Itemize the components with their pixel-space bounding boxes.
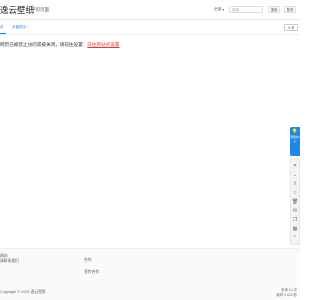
notice-text: 网页已被禁止访问或被关闭，请前往设置：	[0, 42, 88, 47]
write-button[interactable]: ✎ 写	[284, 24, 298, 31]
page-stats: 查询 14 次 耗时 0.023 秒	[276, 288, 297, 297]
top-navbar: 逸云壁纸 字的页面 全部 ▾ 搜索 搜索 登录	[0, 0, 300, 20]
active-tab-indicator	[0, 33, 6, 34]
site-logo[interactable]: 逸云壁纸	[0, 4, 34, 16]
write-button-label: 写	[290, 26, 295, 30]
footer-coop-link[interactable]: 宣传合作	[84, 266, 99, 278]
footer-column-coop: 合作 宣传合作	[84, 254, 99, 278]
copy-icon[interactable]: ❐	[291, 216, 299, 224]
chevron-down-icon: ▾	[222, 7, 224, 12]
tab-page-notice-label: 页面提示	[12, 25, 27, 29]
login-button[interactable]: 登录	[284, 6, 296, 13]
nav-page-title[interactable]: 字的页面	[31, 7, 49, 13]
render-time: 耗时 0.023 秒	[276, 292, 297, 297]
grid-icon[interactable]: ▦	[291, 225, 299, 233]
tab-home[interactable]: 页	[0, 25, 4, 30]
tab-page-notice[interactable]: 页面提示 ›	[12, 25, 29, 30]
footer-column-site: 网站 请联系我们	[0, 254, 19, 264]
footer-contact-link[interactable]: 请联系我们	[0, 259, 19, 264]
side-toolbar: ✕ ⌄ ⇪ ☆ 🗑 ✉ ❐ ▦ ⌃	[290, 158, 300, 245]
search-scope-select[interactable]: 全部 ▾	[214, 7, 228, 13]
tab-bar: 页 页面提示 › ✎ 写	[0, 21, 300, 35]
help-label: 帮助中心	[290, 135, 300, 143]
help-float-button[interactable]: 💡 帮助中心	[290, 127, 300, 156]
search-input[interactable]: 搜索	[229, 6, 263, 13]
close-icon[interactable]: ✕	[291, 162, 299, 170]
chevron-down-icon[interactable]: ⌄	[291, 171, 299, 179]
chevron-right-icon: ›	[27, 25, 29, 29]
share-icon[interactable]: ⇪	[291, 180, 299, 188]
search-scope-label: 全部	[214, 7, 222, 11]
mail-icon[interactable]: ✉	[291, 207, 299, 215]
footer-coop-title: 合作	[84, 258, 92, 262]
search-button[interactable]: 搜索	[268, 6, 280, 13]
page-footer: 网站 请联系我们 合作 宣传合作 Copyright © 2025 逸云壁纸 查…	[0, 248, 300, 300]
settings-link[interactable]: 前往到站点设置	[87, 42, 119, 47]
chevron-up-icon[interactable]: ⌃	[291, 234, 299, 242]
notice-message: 网页已被禁止访问或被关闭，请前往设置：前往到站点设置	[0, 42, 119, 48]
trash-icon[interactable]: 🗑	[291, 198, 299, 206]
copyright-text: Copyright © 2025 逸云壁纸	[0, 290, 46, 294]
star-icon[interactable]: ☆	[291, 189, 299, 197]
